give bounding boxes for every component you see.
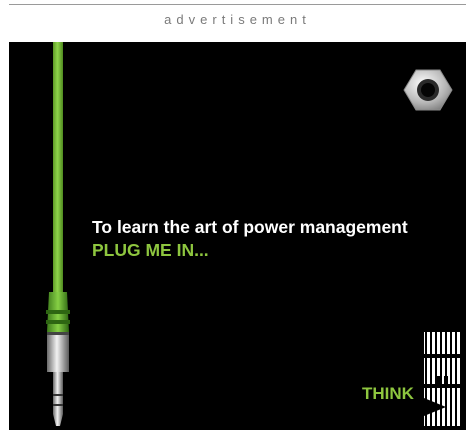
ibm-banner-ad[interactable]: To learn the art of power management PLU… bbox=[9, 42, 466, 430]
ibm-logo-icon bbox=[424, 332, 460, 426]
jack-socket-icon bbox=[403, 69, 453, 111]
ad-headline: To learn the art of power management bbox=[92, 217, 408, 237]
plug-me-in-cta[interactable]: PLUG ME IN... bbox=[92, 240, 209, 261]
think-slogan: THINK bbox=[362, 384, 414, 403]
top-divider bbox=[9, 4, 466, 5]
advertisement-label: advertisement bbox=[164, 12, 311, 27]
